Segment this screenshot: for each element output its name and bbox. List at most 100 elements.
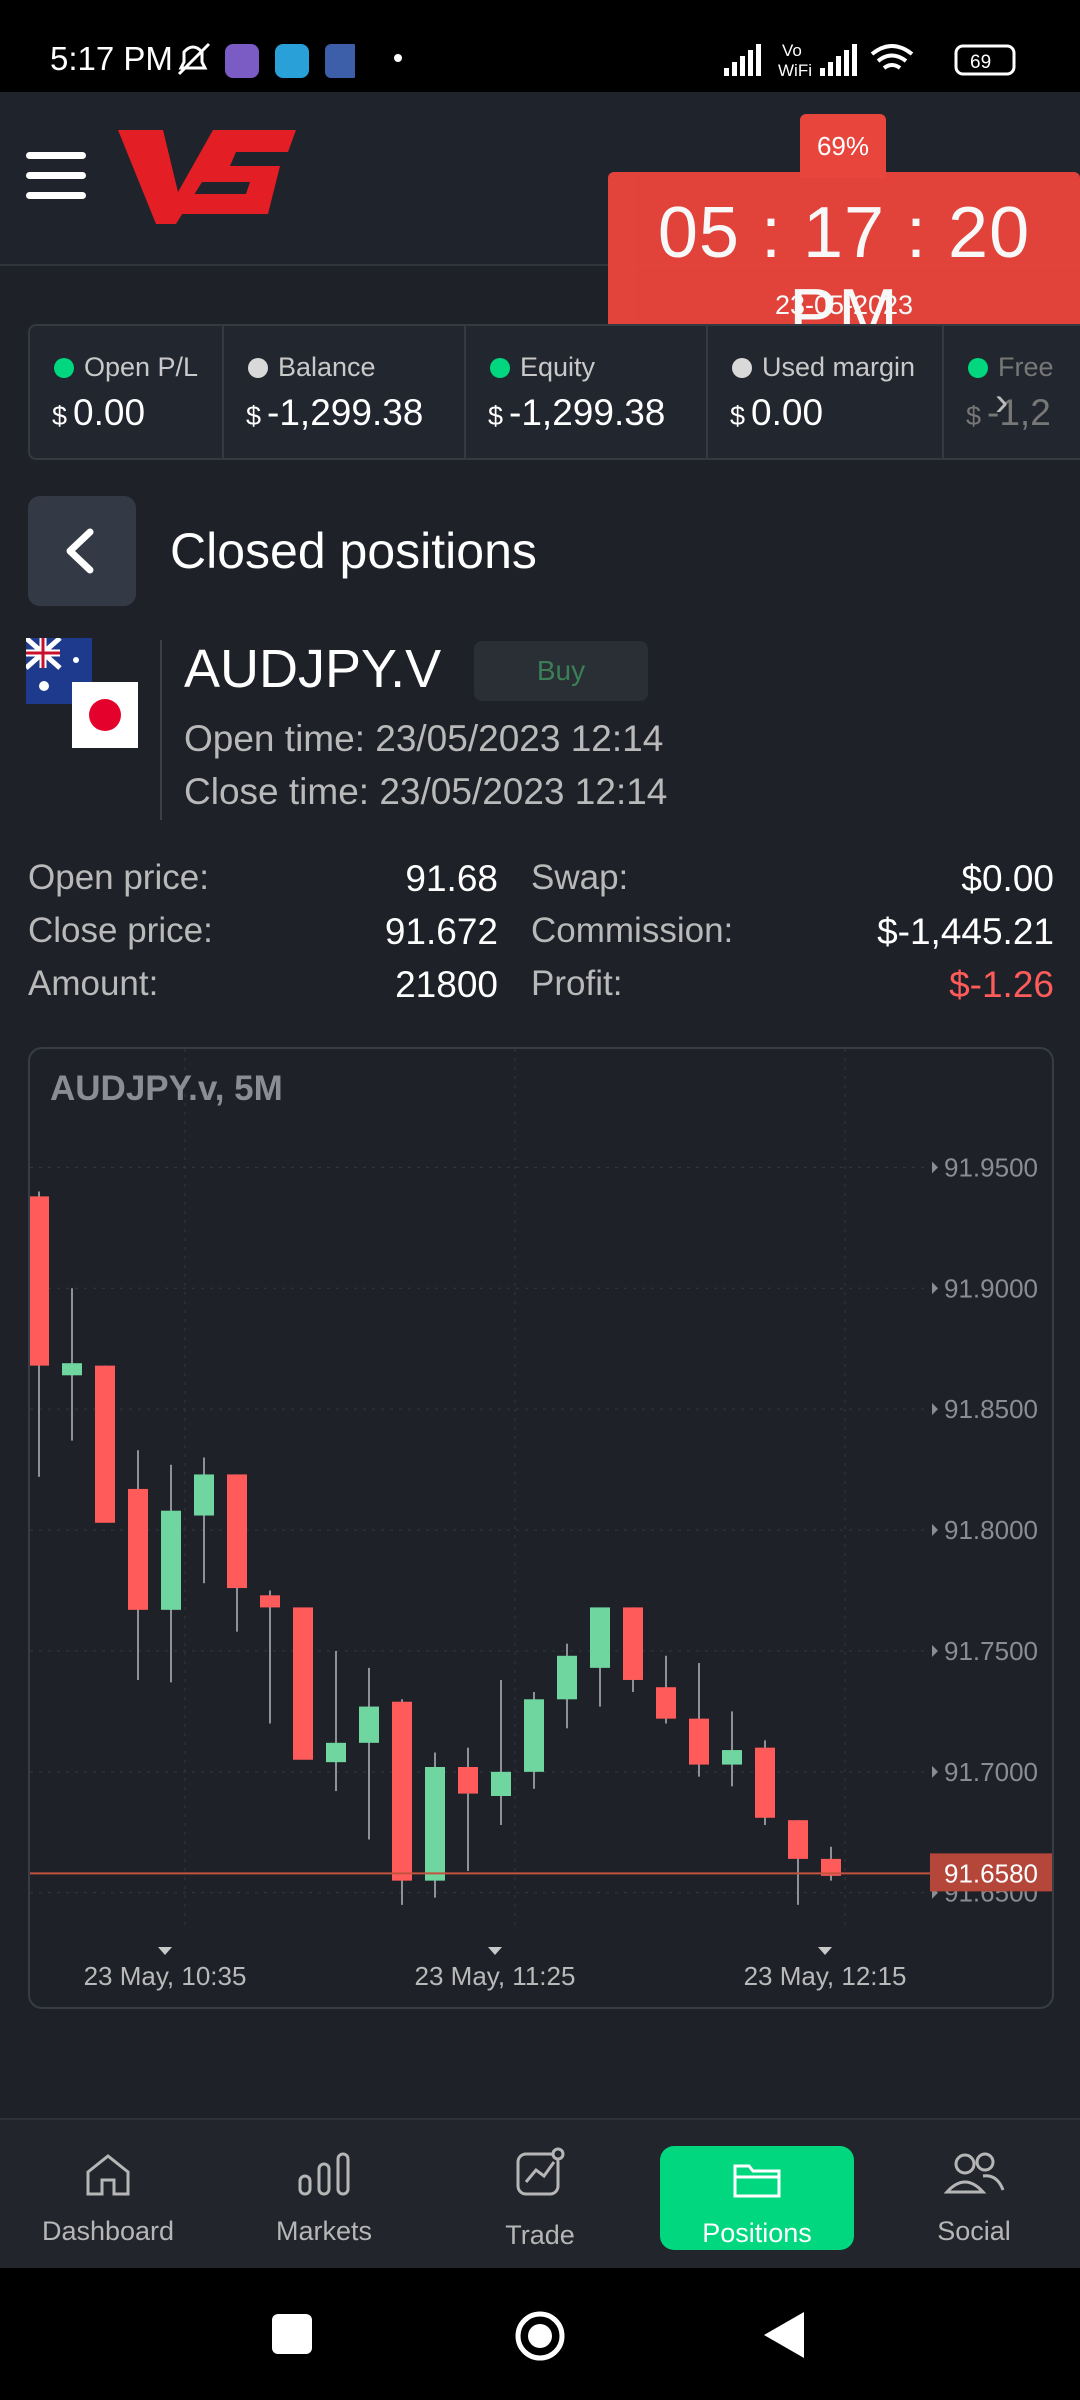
candle-body [227,1474,247,1589]
home-icon [86,2154,130,2196]
candle-body [425,1767,445,1881]
candle-body [722,1750,742,1765]
home-button[interactable] [512,2308,568,2364]
tab-trade[interactable]: Trade [450,2120,630,2270]
candle-body [62,1363,82,1376]
amount-value: 21800 [395,964,498,1005]
tick-marker [932,1282,938,1295]
chevron-left-icon [66,528,94,574]
candle-body [656,1687,676,1719]
chart-icon [516,2147,565,2196]
profit-label: Profit: [531,964,623,1003]
candle-body [326,1742,346,1763]
commission-value: $-1,445.21 [877,911,1054,952]
position-symbol: AUDJPY.V [184,639,442,699]
candle-body [788,1820,808,1859]
signal2-icon [820,44,857,76]
divider [160,640,162,820]
close-time: Close time: 23/05/2023 12:14 [184,771,668,812]
wifi-icon [870,44,914,70]
candle-body [194,1474,214,1516]
status-dot [54,358,74,378]
close-price-value: 91.672 [384,911,498,952]
tick-marker [932,1403,938,1416]
profit-value: $-1.26 [949,964,1054,1005]
status-dot [248,358,268,378]
status-dot [490,358,510,378]
page-title: Closed positions [170,523,537,579]
chart-title: AUDJPY.v, 5M [50,1069,283,1108]
clock-widget[interactable]: 05 : 17 : 20 PM 23-05-2023 [608,172,1080,355]
bottom-tab-bar: Dashboard Markets Trade Positions Social [0,2118,1080,2268]
menu-button[interactable] [26,152,86,200]
back-nav-button[interactable] [760,2310,808,2360]
candle-body [260,1595,280,1608]
japan-flag-icon [72,682,138,748]
folder-icon [733,2164,781,2198]
x-tick-label: 23 May, 10:35 [84,1961,247,1991]
y-tick-label: 91.8500 [944,1394,1038,1424]
candle-body [623,1607,643,1680]
status-dot [968,358,988,378]
svg-text:WiFi: WiFi [778,61,812,80]
y-tick-label: 91.9000 [944,1273,1038,1303]
candle-body [293,1607,313,1760]
candle-body [689,1718,709,1765]
more-dot [394,54,402,62]
open-price-label: Open price: [28,858,209,897]
tick-marker [932,1765,938,1778]
swap-label: Swap: [531,858,629,897]
clock-date: 23-05-2023 [774,290,914,320]
tab-dashboard[interactable]: Dashboard [18,2120,198,2270]
tab-positions[interactable]: Positions [660,2146,854,2250]
x-tick-marker [818,1947,832,1955]
x-tick-label: 23 May, 11:25 [415,1961,576,1991]
y-tick-label: 91.8000 [944,1515,1038,1545]
price-chart[interactable]: AUDJPY.v, 5M 91.9500 91.9000 91.8500 91.800… [28,1047,1054,2009]
status-time: 5:17 PM [50,40,173,77]
menu-icon [26,152,86,159]
app-icon [325,44,355,78]
back-button[interactable] [28,496,136,606]
open-price-value: 91.68 [405,858,498,899]
amount-label: Amount: [28,964,159,1003]
tick-marker [932,1644,938,1657]
swap-value: $0.00 [961,858,1054,899]
signal-icon [724,44,761,76]
side-badge: Buy [474,641,648,701]
svg-text:69: 69 [970,52,991,73]
account-summary[interactable]: Open P/L $0.00 Balance $ -1,299.38 Equity… [28,324,1080,460]
x-tick-label: 23 May, 12:15 [744,1961,907,1991]
open-time: Open time: 23/05/2023 12:14 [184,718,664,759]
summary-equity: Equity $ -1,299.38 [466,326,708,458]
system-status-icons: Vo WiFi 69 [724,41,1016,80]
tab-markets[interactable]: Markets [234,2120,414,2270]
recents-button[interactable] [272,2314,312,2354]
candle-body [458,1767,478,1794]
viber-icon [225,44,259,78]
system-nav-bar [0,2268,1080,2400]
telegram-icon [275,44,309,78]
candlestick-chart: 91.9500 91.9000 91.8500 91.8000 91.7500 91.70… [30,1049,1052,1991]
candle-body [30,1196,49,1366]
summary-used-margin: Used margin $0.00 [708,326,944,458]
candle-body [590,1607,610,1668]
y-tick-label: 91.9500 [944,1152,1038,1182]
users-icon [943,2152,1005,2194]
current-price-label: 91.6580 [944,1858,1038,1888]
candle-body [524,1699,544,1772]
chevron-right-icon[interactable]: › [995,380,1008,425]
candle-body [392,1701,412,1881]
candle-body [557,1655,577,1700]
tab-social[interactable]: Social [884,2120,1064,2270]
svg-text:Vo: Vo [782,41,802,60]
summary-balance: Balance $ -1,299.38 [224,326,466,458]
notification-icons [177,42,355,78]
summary-open-pl: Open P/L $0.00 [30,326,224,458]
candle-body [359,1706,379,1743]
y-tick-label: 91.7000 [944,1757,1038,1787]
status-dot [732,358,752,378]
tick-marker [932,1524,938,1537]
candle-body [128,1488,148,1610]
summary-free-margin: Free $ -1,2 [966,352,1054,433]
